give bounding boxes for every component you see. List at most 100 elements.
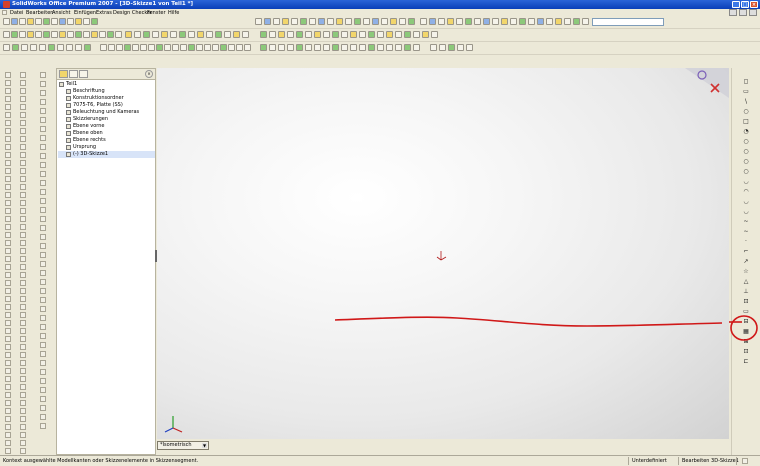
lt1-button[interactable] (5, 392, 11, 398)
lt1-button[interactable] (20, 200, 26, 206)
tb2-button[interactable] (404, 31, 411, 38)
lt1-button[interactable] (5, 448, 11, 454)
lt2-button[interactable] (40, 270, 46, 276)
tb2-button[interactable] (197, 31, 204, 38)
lt1-button[interactable] (5, 184, 11, 190)
tb3-button[interactable] (341, 44, 348, 51)
lt1-button[interactable] (5, 128, 11, 134)
confirmation-corner[interactable] (685, 68, 729, 98)
lt1-button[interactable] (5, 360, 11, 366)
lt1-button[interactable] (5, 368, 11, 374)
sketch-tool-icon[interactable]: △ (742, 278, 750, 285)
lt1-button[interactable] (5, 240, 11, 246)
maximize-button[interactable]: □ (741, 1, 749, 8)
tb1-button[interactable] (519, 18, 526, 25)
sketch-tool-icon[interactable]: ○ (742, 168, 750, 175)
tb3-button[interactable] (269, 44, 276, 51)
lt1-button[interactable] (5, 168, 11, 174)
tb2-button[interactable] (233, 31, 240, 38)
tb2-button[interactable] (152, 31, 159, 38)
lt1-button[interactable] (5, 256, 11, 262)
solidworks-app-icon[interactable] (3, 1, 10, 8)
tb2-button[interactable] (143, 31, 150, 38)
tb1-button[interactable] (537, 18, 544, 25)
tb3-button[interactable] (12, 44, 19, 51)
lt2-button[interactable] (40, 369, 46, 375)
tb1-button[interactable] (390, 18, 397, 25)
viewport-scrollbar[interactable] (731, 68, 738, 455)
lt1-button[interactable] (20, 216, 26, 222)
tb1-button[interactable] (501, 18, 508, 25)
lt2-button[interactable] (40, 207, 46, 213)
tab-featuremanager[interactable] (59, 70, 68, 78)
tb2-button[interactable] (350, 31, 357, 38)
tb1-button[interactable] (318, 18, 325, 25)
tb3-button[interactable] (413, 44, 420, 51)
lt1-button[interactable] (5, 176, 11, 182)
tb3-button[interactable] (66, 44, 73, 51)
tb2-button[interactable] (224, 31, 231, 38)
lt1-button[interactable] (20, 448, 26, 454)
lt2-button[interactable] (40, 252, 46, 258)
lt1-button[interactable] (20, 344, 26, 350)
lt1-button[interactable] (5, 136, 11, 142)
lt1-button[interactable] (20, 264, 26, 270)
tb1-button[interactable] (27, 18, 34, 25)
lt1-button[interactable] (5, 96, 11, 102)
tb2-button[interactable] (413, 31, 420, 38)
sketch-tool-icon[interactable]: ⊏ (742, 358, 750, 365)
minimize-button[interactable]: _ (732, 1, 740, 8)
lt2-button[interactable] (40, 162, 46, 168)
lt2-button[interactable] (40, 333, 46, 339)
tb2-button[interactable] (91, 31, 98, 38)
tb3-button[interactable] (21, 44, 28, 51)
sketch-tool-icon[interactable]: ◻ (742, 78, 750, 85)
lt2-button[interactable] (40, 351, 46, 357)
tb3-button[interactable] (296, 44, 303, 51)
tb3-button[interactable] (75, 44, 82, 51)
tb1-button[interactable] (83, 18, 90, 25)
sketch-tool-icon[interactable]: · (742, 238, 750, 245)
lt2-button[interactable] (40, 198, 46, 204)
lt1-button[interactable] (20, 96, 26, 102)
tb3-button[interactable] (156, 44, 163, 51)
tb2-button[interactable] (395, 31, 402, 38)
tb2-button[interactable] (314, 31, 321, 38)
tb1-button[interactable] (564, 18, 571, 25)
sketch-tool-icon[interactable]: ○ (742, 108, 750, 115)
lt1-button[interactable] (20, 312, 26, 318)
lt1-button[interactable] (5, 352, 11, 358)
lt2-button[interactable] (40, 81, 46, 87)
lt1-button[interactable] (20, 144, 26, 150)
tb3-button[interactable] (180, 44, 187, 51)
sketch-tool-icon[interactable]: ⌐ (742, 248, 750, 255)
tb1-button[interactable] (546, 18, 553, 25)
tb2-button[interactable] (332, 31, 339, 38)
tb1-button[interactable] (510, 18, 517, 25)
tb1-button[interactable] (35, 18, 42, 25)
sketch-tool-icon[interactable]: ⊟ (742, 318, 750, 325)
lt1-button[interactable] (5, 208, 11, 214)
tb1-button[interactable] (282, 18, 289, 25)
lt1-button[interactable] (20, 272, 26, 278)
tb1-button[interactable] (3, 18, 10, 25)
tb3-button[interactable] (212, 44, 219, 51)
tb3-button[interactable] (204, 44, 211, 51)
lt1-button[interactable] (5, 120, 11, 126)
lt1-button[interactable] (5, 432, 11, 438)
tb2-button[interactable] (278, 31, 285, 38)
tb1-button[interactable] (429, 18, 436, 25)
tb2-button[interactable] (206, 31, 213, 38)
lt2-button[interactable] (40, 171, 46, 177)
lt1-button[interactable] (20, 184, 26, 190)
tb3-button[interactable] (377, 44, 384, 51)
tb3-button[interactable] (57, 44, 64, 51)
tb3-button[interactable] (287, 44, 294, 51)
lt1-button[interactable] (5, 376, 11, 382)
lt1-button[interactable] (20, 296, 26, 302)
lt1-button[interactable] (5, 408, 11, 414)
lt2-button[interactable] (40, 135, 46, 141)
tb1-button[interactable] (354, 18, 361, 25)
lt1-button[interactable] (5, 416, 11, 422)
tb2-button[interactable] (3, 31, 10, 38)
